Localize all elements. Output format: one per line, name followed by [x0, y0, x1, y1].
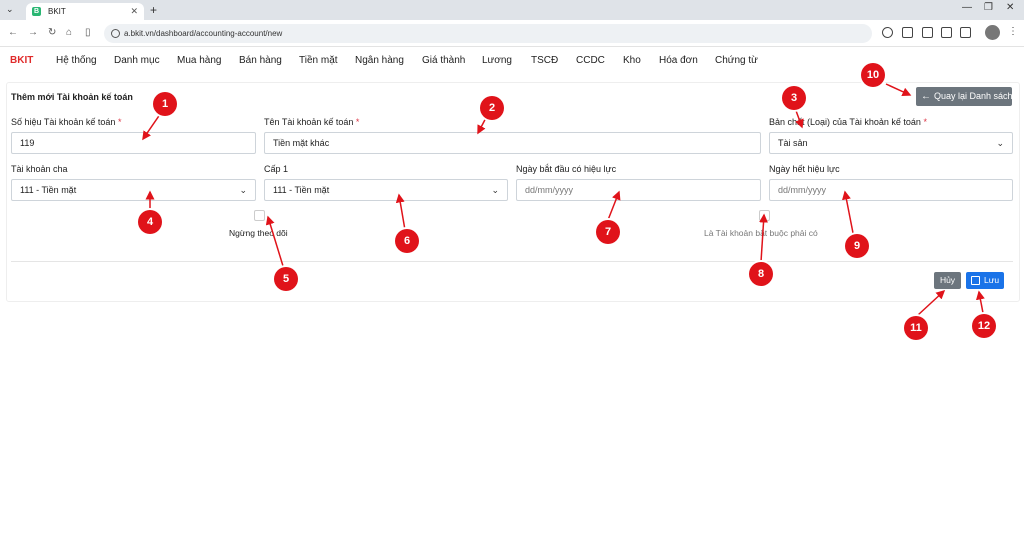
arrow-left-icon: ←: [921, 91, 931, 102]
stop-tracking-label: Ngừng theo dõi: [229, 228, 288, 238]
marker-3: 3: [782, 86, 806, 110]
brand-logo[interactable]: BKIT: [10, 55, 33, 66]
nav-item-tien-mat[interactable]: Tiền mặt: [299, 55, 338, 66]
divider: [11, 261, 1013, 262]
nav-item-tscd[interactable]: TSCĐ: [531, 55, 558, 66]
nav-item-luong[interactable]: Lương: [482, 55, 512, 66]
more-menu-icon[interactable]: ⋮: [1008, 26, 1018, 37]
nav-item-chung-tu[interactable]: Chứng từ: [715, 55, 758, 66]
marker-5: 5: [274, 267, 298, 291]
address-bar[interactable]: a.bkit.vn/dashboard/accounting-account/n…: [104, 24, 872, 43]
marker-7: 7: [596, 220, 620, 244]
parent-account-select[interactable]: 111 - Tiền mặt ⌄: [11, 179, 256, 201]
account-code-input[interactable]: 119: [11, 132, 256, 154]
parent-account-value: 111 - Tiền mặt: [20, 185, 77, 195]
card-icon[interactable]: [902, 27, 913, 38]
minimize-icon[interactable]: —: [962, 2, 972, 13]
nav-item-gia-thanh[interactable]: Giá thành: [422, 55, 465, 66]
nav-item-ban-hang[interactable]: Bán hàng: [239, 55, 282, 66]
back-to-list-label: Quay lại Danh sách: [934, 91, 1013, 101]
chevron-down-icon: ⌄: [491, 185, 499, 195]
save-label: Lưu: [984, 275, 1000, 285]
tab-title: BKIT: [48, 7, 66, 16]
back-icon[interactable]: ←: [8, 27, 18, 38]
nav-item-kho[interactable]: Kho: [623, 55, 641, 66]
marker-6: 6: [395, 229, 419, 253]
close-tab-icon[interactable]: ✕: [130, 3, 138, 20]
account-nature-value: Tài sản: [778, 138, 808, 148]
account-code-label: Số hiệu Tài khoản kế toán *: [11, 117, 122, 127]
marker-8: 8: [749, 262, 773, 286]
reader-icon[interactable]: [922, 27, 933, 38]
save-button[interactable]: Lưu: [966, 272, 1004, 289]
marker-9: 9: [845, 234, 869, 258]
mandatory-account-checkbox[interactable]: [759, 210, 770, 221]
favicon-icon: B: [32, 7, 41, 16]
browser-tab[interactable]: B BKIT ✕: [26, 3, 144, 20]
chevron-down-icon: ⌄: [996, 138, 1004, 148]
nav-item-ngan-hang[interactable]: Ngân hàng: [355, 55, 404, 66]
new-tab-icon[interactable]: +: [150, 3, 157, 17]
mandatory-account-label: Là Tài khoản bắt buộc phải có: [704, 228, 818, 238]
marker-11: 11: [904, 316, 928, 340]
extension-icon[interactable]: [941, 27, 952, 38]
reload-icon[interactable]: ↻: [48, 27, 56, 38]
end-date-label: Ngày hết hiệu lực: [769, 164, 840, 174]
end-date-input[interactable]: dd/mm/yyyy: [769, 179, 1013, 201]
nav-item-danh-muc[interactable]: Danh mục: [114, 55, 160, 66]
account-nature-label: Bản chất (Loại) của Tài khoản kế toán *: [769, 117, 927, 127]
chevron-down-icon: ⌄: [239, 185, 247, 195]
marker-4: 4: [138, 210, 162, 234]
level-value: 111 - Tiền mặt: [273, 185, 330, 195]
marker-10: 10: [861, 63, 885, 87]
cancel-button[interactable]: Hủy: [934, 272, 961, 289]
profile-avatar[interactable]: [985, 25, 1000, 40]
marker-1: 1: [153, 92, 177, 116]
marker-2: 2: [480, 96, 504, 120]
parent-account-label: Tài khoản cha: [11, 164, 68, 174]
account-nature-select[interactable]: Tài sản ⌄: [769, 132, 1013, 154]
stop-tracking-checkbox[interactable]: [254, 210, 265, 221]
key-icon[interactable]: [882, 27, 893, 38]
nav-item-hoa-don[interactable]: Hóa đơn: [659, 55, 698, 66]
browser-tab-strip: ⌄ B BKIT ✕ + — ❐ ✕: [0, 0, 1024, 20]
back-to-list-button[interactable]: ← Quay lại Danh sách: [916, 87, 1013, 106]
tab-search-icon[interactable]: ⌄: [6, 4, 18, 16]
sidebar-icon[interactable]: ▯: [85, 27, 91, 38]
restore-icon[interactable]: ❐: [984, 2, 993, 13]
account-name-label: Tên Tài khoản kế toán *: [264, 117, 360, 127]
close-window-icon[interactable]: ✕: [1006, 2, 1014, 13]
browser-toolbar: ← → ↻ ⌂ ▯ a.bkit.vn/dashboard/accounting…: [0, 20, 1024, 47]
level-label: Cấp 1: [264, 164, 289, 174]
page-title: Thêm mới Tài khoản kế toán: [11, 92, 133, 102]
floppy-disk-icon: [971, 276, 980, 285]
account-name-input[interactable]: Tiền mặt khác: [264, 132, 761, 154]
forward-icon[interactable]: →: [28, 27, 38, 38]
url-text: a.bkit.vn/dashboard/accounting-account/n…: [124, 29, 283, 38]
marker-12: 12: [972, 314, 996, 338]
nav-item-he-thong[interactable]: Hệ thống: [56, 55, 97, 66]
start-date-input[interactable]: dd/mm/yyyy: [516, 179, 761, 201]
nav-item-mua-hang[interactable]: Mua hàng: [177, 55, 221, 66]
start-date-label: Ngày bắt đầu có hiệu lực: [516, 164, 617, 174]
home-icon[interactable]: ⌂: [66, 27, 72, 38]
download-icon[interactable]: [960, 27, 971, 38]
nav-item-ccdc[interactable]: CCDC: [576, 55, 605, 66]
site-info-icon[interactable]: [111, 29, 120, 38]
level-select[interactable]: 111 - Tiền mặt ⌄: [264, 179, 508, 201]
